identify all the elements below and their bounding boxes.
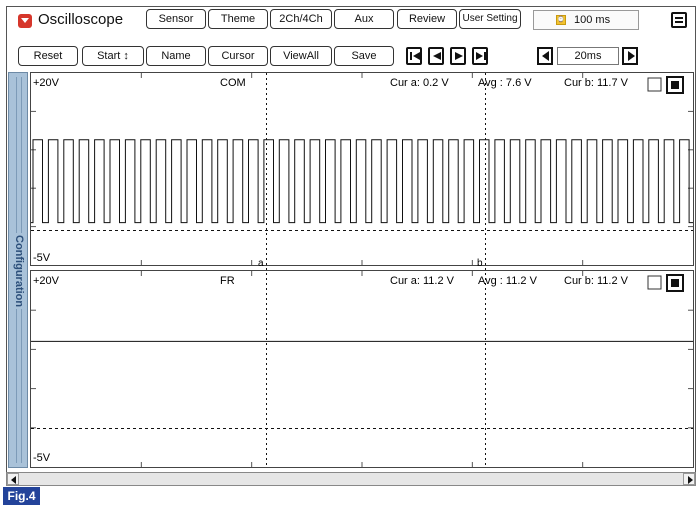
ch1-name: COM bbox=[220, 77, 246, 89]
ch1-cur-b: Cur b: 11.7 V bbox=[564, 77, 629, 89]
arrow-left-icon bbox=[542, 51, 549, 61]
figure-label: Fig.4 bbox=[3, 487, 40, 505]
save-button[interactable]: Save bbox=[334, 46, 394, 66]
cursor-a-label: a bbox=[258, 258, 264, 269]
channel-1-panel bbox=[30, 72, 694, 266]
ch1-cur-a: Cur a: 0.2 V bbox=[390, 77, 449, 89]
scope-display[interactable]: +20V COM Cur a: 0.2 V Avg : 7.6 V Cur b:… bbox=[30, 72, 694, 468]
first-frame-button[interactable] bbox=[406, 47, 422, 65]
ch2-name: FR bbox=[220, 275, 235, 287]
ch2-max-label: +20V bbox=[33, 275, 60, 287]
play-forward-icon bbox=[455, 52, 463, 60]
ch2-cur-b: Cur b: 11.2 V bbox=[564, 275, 629, 287]
menu-icon[interactable] bbox=[671, 12, 687, 28]
scroll-right-button[interactable] bbox=[683, 473, 695, 485]
arrow-right-icon bbox=[628, 51, 635, 61]
app-title: Oscilloscope bbox=[38, 11, 124, 28]
theme-button[interactable]: Theme bbox=[208, 9, 268, 29]
user-setting-button[interactable]: User Setting bbox=[459, 9, 521, 29]
ch2-checkbox[interactable] bbox=[647, 275, 662, 290]
next-frame-button[interactable] bbox=[450, 47, 466, 65]
scroll-left-button[interactable] bbox=[7, 473, 19, 485]
ch1-min-label: -5V bbox=[33, 252, 51, 264]
clock-icon: ⌚ bbox=[556, 15, 566, 25]
time-display-value: 100 ms bbox=[574, 14, 611, 26]
play-back-icon bbox=[433, 52, 441, 60]
review-button[interactable]: Review bbox=[397, 9, 457, 29]
channel-2-panel bbox=[30, 270, 694, 468]
configuration-label-text: Configuration bbox=[13, 232, 25, 310]
viewall-button[interactable]: ViewAll bbox=[270, 46, 332, 66]
ch2-min-label: -5V bbox=[33, 452, 51, 464]
scroll-right-icon bbox=[688, 476, 693, 484]
channel-mode-button[interactable]: 2Ch/4Ch bbox=[270, 9, 332, 29]
start-button[interactable]: Start ↕ bbox=[82, 46, 144, 66]
horizontal-scrollbar[interactable] bbox=[6, 472, 696, 486]
ch1-max-label: +20V bbox=[33, 77, 60, 89]
scroll-left-icon bbox=[11, 476, 16, 484]
skip-start-icon bbox=[410, 52, 420, 60]
cursor-button[interactable]: Cursor bbox=[208, 46, 268, 66]
ch2-avg: Avg : 11.2 V bbox=[478, 275, 538, 287]
ch1-color-fill bbox=[671, 81, 679, 89]
last-frame-button[interactable] bbox=[472, 47, 488, 65]
configuration-tab[interactable]: Configuration bbox=[8, 72, 28, 468]
prev-frame-button[interactable] bbox=[428, 47, 444, 65]
ch1-avg: Avg : 7.6 V bbox=[478, 77, 532, 89]
skip-end-icon bbox=[476, 52, 486, 60]
dropdown-arrow-icon[interactable] bbox=[18, 14, 32, 28]
step-decrease-button[interactable] bbox=[537, 47, 553, 65]
step-increase-button[interactable] bbox=[622, 47, 638, 65]
reset-button[interactable]: Reset bbox=[18, 46, 78, 66]
ch2-cur-a: Cur a: 11.2 V bbox=[390, 275, 455, 287]
name-button[interactable]: Name bbox=[146, 46, 206, 66]
ch2-color-fill bbox=[671, 279, 679, 287]
aux-button[interactable]: Aux bbox=[334, 9, 394, 29]
cursor-b-label: b bbox=[477, 258, 483, 269]
time-display[interactable]: ⌚ 100 ms bbox=[533, 10, 639, 30]
ch1-checkbox[interactable] bbox=[647, 77, 662, 92]
ch1-waveform bbox=[31, 139, 693, 224]
configuration-tab-label: Configuration bbox=[13, 73, 25, 469]
sensor-button[interactable]: Sensor bbox=[146, 9, 206, 29]
time-step-field[interactable]: 20ms bbox=[557, 47, 619, 65]
